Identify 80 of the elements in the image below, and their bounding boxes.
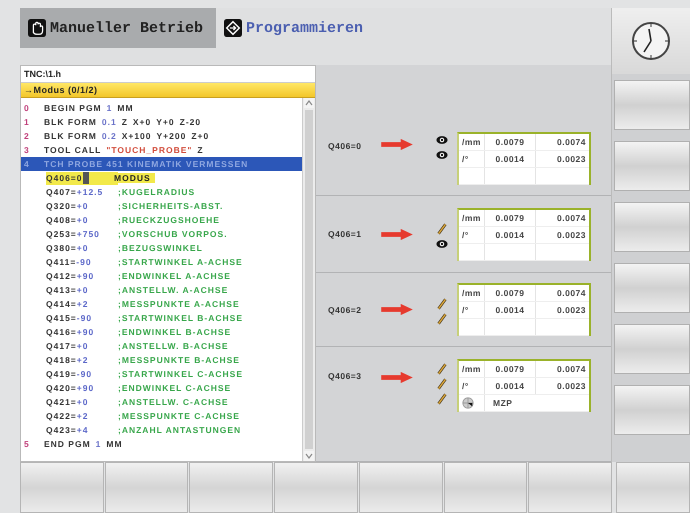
- parameter-line[interactable]: Q253=+750 ;VORSCHUB VORPOS.: [21, 227, 302, 241]
- value-cell-text: 0.0074: [556, 212, 587, 224]
- softkey[interactable]: [104, 462, 188, 513]
- value-cell: 0.0079: [485, 361, 536, 377]
- program-line[interactable]: 2 BLK FORM 0.2 X+100 Y+200 Z+0: [21, 129, 302, 143]
- softkey[interactable]: [274, 462, 358, 513]
- parameter-line[interactable]: Q418=+2 ;MESSPUNKTE B-ACHSE: [21, 353, 302, 367]
- value-cell: 0.0014: [485, 378, 536, 394]
- mode-tab[interactable]: Manueller Betrieb: [20, 8, 216, 48]
- parameter-line[interactable]: Q415=-90 ;STARTWINKEL B-ACHSE: [21, 311, 302, 325]
- value-cell: 0.0014: [485, 151, 536, 167]
- unit-cell: /°: [459, 226, 485, 242]
- unit-cell: /mm: [459, 361, 485, 377]
- softkey[interactable]: [614, 202, 690, 252]
- unit-cell: /°: [459, 378, 485, 394]
- softkey[interactable]: [358, 462, 443, 513]
- scroll-down-icon[interactable]: [304, 451, 314, 461]
- parameter-line[interactable]: Q417=+0 ;ANSTELLW. B-ACHSE: [21, 339, 302, 353]
- mode-tab[interactable]: Programmieren: [216, 8, 372, 48]
- parameter-line[interactable]: Q380=+0 ;BEZUGSWINKEL: [21, 241, 302, 255]
- parameter-line[interactable]: Q407=+12.5 ;KUGELRADIUS: [21, 185, 302, 199]
- value-cell-text: 0.0023: [556, 304, 587, 317]
- parameter-line[interactable]: Q419=-90 ;STARTWINKEL C-ACHSE: [21, 367, 302, 381]
- program-line[interactable]: 0 BEGIN PGM 1 MM: [21, 101, 302, 115]
- parameter-line[interactable]: Q412=+90 ;ENDWINKEL A-ACHSE: [21, 269, 302, 283]
- unit-cell: /mm: [459, 134, 485, 150]
- value-cell: 0.0079: [485, 210, 536, 226]
- parameter-line[interactable]: Q416=+90 ;ENDWINKEL B-ACHSE: [21, 325, 302, 339]
- value-cell-text: MZP: [492, 398, 512, 408]
- scroll-up-icon[interactable]: [304, 98, 314, 108]
- value-cell: 0.0014: [485, 302, 536, 318]
- target-icon: [462, 397, 474, 409]
- value-cell-text: 0.0074: [556, 287, 587, 300]
- hand-icon: [28, 19, 46, 37]
- softkey[interactable]: [20, 462, 104, 513]
- edit-mode-icon: [224, 19, 242, 37]
- softkey[interactable]: [614, 80, 690, 130]
- mode-label: Q406=1: [328, 229, 362, 239]
- softkey[interactable]: [614, 385, 690, 435]
- unit-cell: /°: [459, 302, 485, 318]
- scrollbar[interactable]: [302, 98, 315, 461]
- program-line[interactable]: 5 END PGM 1 MM: [21, 437, 302, 451]
- unit-cell: /mm: [459, 285, 485, 301]
- value-cell-text: 0.0023: [556, 380, 587, 393]
- value-cell: 0.0079: [485, 285, 536, 301]
- value-cell: 0.0079: [485, 134, 536, 150]
- softkey[interactable]: [444, 462, 528, 513]
- arrow-icon: [380, 371, 414, 384]
- parameter-line[interactable]: Q421=+0 ;ANSTELLW. C-ACHSE: [21, 395, 302, 409]
- mode-label: Q406=2: [328, 304, 362, 314]
- softkey[interactable]: [616, 462, 690, 513]
- parameter-line[interactable]: Q413=+0 ;ANSTELLW. A-ACHSE: [21, 283, 302, 297]
- parameter-line[interactable]: Q422=+2 ;MESSPUNKTE C-ACHSE: [21, 409, 302, 423]
- softkey[interactable]: [528, 462, 612, 513]
- mode-label: Q406=0: [328, 141, 362, 151]
- arrow-icon: [380, 303, 414, 316]
- parameter-line[interactable]: Q423=+4 ;ANZAHL ANTASTUNGEN: [21, 423, 302, 437]
- parameter-line[interactable]: Q414=+2 ;MESSPUNKTE A-ACHSE: [21, 297, 302, 311]
- clock-icon: [631, 21, 672, 61]
- unit-cell: /°: [459, 151, 485, 167]
- arrow-icon: [380, 138, 414, 151]
- softkey[interactable]: [614, 141, 690, 191]
- value-cell-text: 0.0023: [556, 153, 587, 166]
- parameter-line[interactable]: Q420=+90 ;ENDWINKEL C-ACHSE: [21, 381, 302, 395]
- value-cell-text: 0.0023: [556, 228, 587, 242]
- parameter-line[interactable]: Q406=0 MODUS: [21, 171, 302, 185]
- softkey[interactable]: [614, 263, 690, 313]
- softkey[interactable]: [614, 324, 690, 374]
- program-line[interactable]: 1 BLK FORM 0.1 Z X+0 Y+0 Z-20: [21, 115, 302, 129]
- value-cell: 0.0014: [485, 226, 536, 242]
- softkey[interactable]: [189, 462, 274, 513]
- mode-label: Q406=3: [328, 371, 362, 381]
- program-line[interactable]: 3 TOOL CALL "TOUCH_PROBE" Z: [21, 143, 302, 157]
- parameter-line[interactable]: Q408=+0 ;RUECKZUGSHOEHE: [21, 213, 302, 227]
- parameter-line[interactable]: Q411=-90 ;STARTWINKEL A-ACHSE: [21, 255, 302, 269]
- parameter-line[interactable]: Q320=+0 ;SICHERHEITS-ABST.: [21, 199, 302, 213]
- arrow-icon: [380, 228, 414, 240]
- value-cell-text: 0.0074: [556, 136, 587, 149]
- value-cell-text: 0.0074: [556, 363, 587, 376]
- unit-cell: /mm: [459, 210, 485, 226]
